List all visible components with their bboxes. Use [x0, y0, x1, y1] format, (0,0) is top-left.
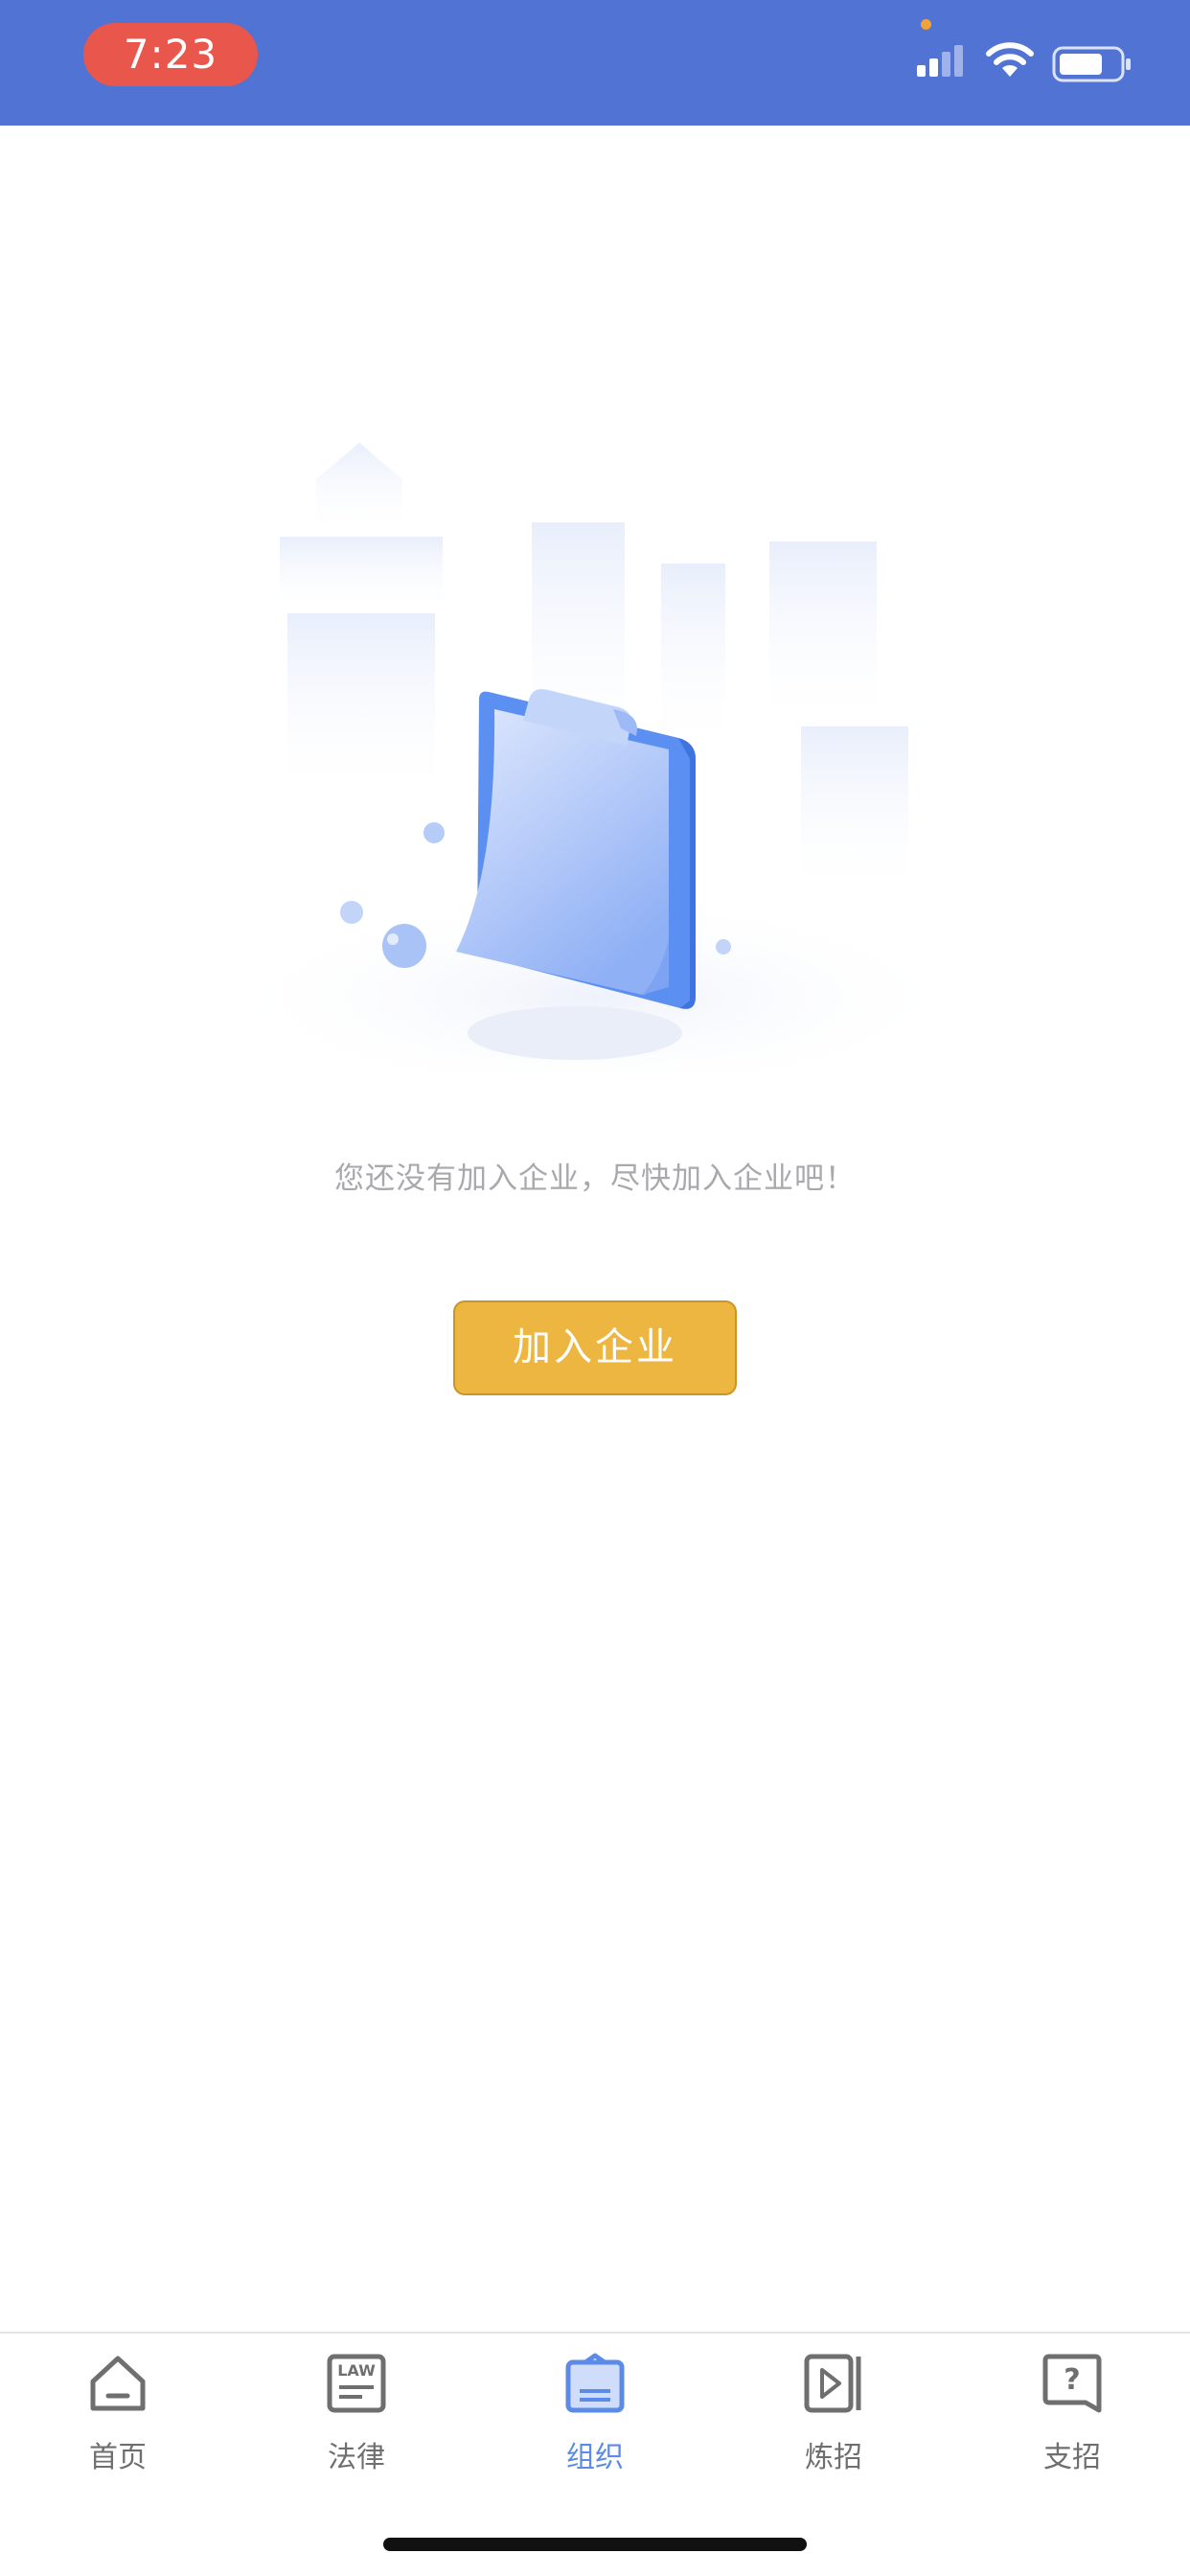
tab-law-label: 法律	[328, 2441, 385, 2474]
battery-icon	[1052, 46, 1131, 82]
wifi-icon	[986, 42, 1034, 77]
tab-advice[interactable]: ? 支招	[976, 2353, 1168, 2474]
svg-text:LAW: LAW	[337, 2361, 376, 2380]
tab-training[interactable]: 炼招	[738, 2353, 929, 2474]
status-time: 7:23	[83, 23, 258, 86]
clipboard-illustration	[211, 443, 977, 1073]
tab-organization[interactable]: 组织	[499, 2353, 691, 2474]
tab-home-label: 首页	[89, 2441, 147, 2474]
tab-organization-label: 组织	[566, 2441, 624, 2474]
organization-icon	[565, 2353, 625, 2413]
svg-text:?: ?	[1064, 2363, 1080, 2397]
status-bar: 7:23	[0, 0, 1190, 126]
video-play-icon	[804, 2354, 861, 2413]
empty-state-message: 您还没有加入企业，尽快加入企业吧！	[334, 1162, 856, 1196]
tab-home[interactable]: 首页	[22, 2353, 214, 2474]
join-enterprise-button[interactable]: 加入企业	[453, 1300, 737, 1395]
law-icon: LAW	[327, 2354, 386, 2413]
home-indicator	[383, 2538, 807, 2551]
question-chat-icon: ?	[1042, 2354, 1102, 2413]
tab-law[interactable]: LAW 法律	[261, 2353, 452, 2474]
tab-training-label: 炼招	[805, 2441, 862, 2474]
tab-advice-label: 支招	[1043, 2441, 1101, 2474]
privacy-indicator-dot	[921, 19, 931, 30]
home-icon	[90, 2356, 146, 2411]
signal-icon	[917, 45, 963, 77]
